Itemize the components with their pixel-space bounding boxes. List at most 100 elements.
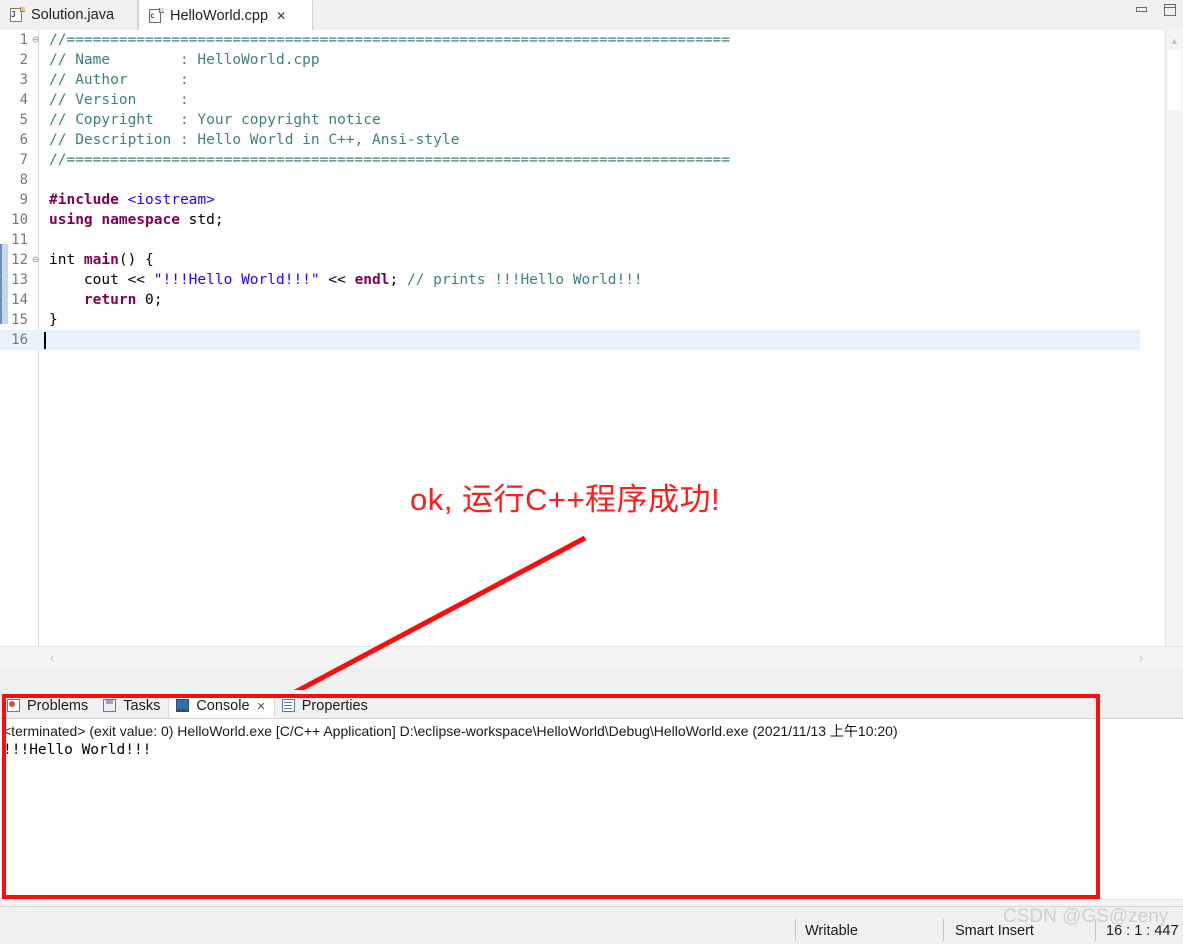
panel-tab-console[interactable]: Console ✕ bbox=[168, 694, 275, 718]
code-line[interactable]: 13 cout << "!!!Hello World!!!" << endl; … bbox=[0, 270, 1140, 290]
scroll-left-icon[interactable]: ‹ bbox=[42, 647, 62, 667]
code-line[interactable]: 2 // Name : HelloWorld.cpp bbox=[0, 50, 1140, 70]
minimize-button[interactable] bbox=[1135, 3, 1149, 17]
console-launch-header: <terminated> (exit value: 0) HelloWorld.… bbox=[3, 723, 898, 739]
java-file-icon: J bbox=[9, 7, 25, 23]
scroll-right-icon[interactable]: › bbox=[1131, 647, 1151, 667]
panel-tab-label: Properties bbox=[301, 698, 368, 714]
editor-tab-solution-java[interactable]: J Solution.java bbox=[0, 0, 138, 30]
line-number: 10 bbox=[11, 212, 28, 228]
code-line[interactable]: 16 bbox=[0, 330, 1140, 350]
code-text: // Name : HelloWorld.cpp bbox=[41, 50, 320, 70]
code-token: // Version : bbox=[49, 92, 198, 108]
code-line[interactable]: 14 return 0; bbox=[0, 290, 1140, 310]
code-editor[interactable]: 1 ⊖//====================================… bbox=[0, 30, 1183, 666]
code-text: // Author : bbox=[41, 70, 197, 90]
code-token: } bbox=[49, 312, 58, 328]
fold-toggle-icon[interactable]: ⊖ bbox=[30, 250, 41, 270]
line-number: 12 bbox=[11, 252, 28, 268]
editor-horizontal-scrollbar[interactable]: ‹ › bbox=[0, 646, 1183, 667]
code-token: main bbox=[83, 252, 119, 268]
line-number: 3 bbox=[19, 72, 28, 88]
console-view[interactable]: <terminated> (exit value: 0) HelloWorld.… bbox=[0, 718, 1183, 907]
console-output: !!!Hello World!!! bbox=[3, 742, 152, 758]
maximize-button[interactable] bbox=[1163, 3, 1177, 17]
editor-tab-helloworld-cpp[interactable]: c HelloWorld.cpp ✕ bbox=[138, 0, 313, 30]
code-line[interactable]: 10 using namespace std; bbox=[0, 210, 1140, 230]
status-divider bbox=[943, 919, 944, 941]
line-number: 9 bbox=[19, 192, 28, 208]
text-caret bbox=[44, 332, 46, 349]
code-line[interactable]: 6 // Description : Hello World in C++, An… bbox=[0, 130, 1140, 150]
line-number: 14 bbox=[11, 292, 28, 308]
code-line[interactable]: 7 //=====================================… bbox=[0, 150, 1140, 170]
code-token: cout << bbox=[49, 272, 154, 288]
code-token: endl bbox=[354, 272, 390, 288]
panel-tab-tasks[interactable]: Tasks bbox=[96, 694, 168, 718]
code-text: // Copyright : Your copyright notice bbox=[41, 110, 381, 130]
code-token: std; bbox=[179, 212, 224, 228]
editor-vertical-scrollbar[interactable]: ▲ ▼ bbox=[1165, 30, 1183, 666]
line-number: 7 bbox=[19, 152, 28, 168]
code-line[interactable]: 9 #include <iostream> bbox=[0, 190, 1140, 210]
editor-tab-label: Solution.java bbox=[31, 7, 115, 23]
close-icon[interactable]: ✕ bbox=[276, 10, 286, 22]
code-line[interactable]: 15} bbox=[0, 310, 1140, 330]
line-number: 13 bbox=[11, 272, 28, 288]
code-token: // Name : HelloWorld.cpp bbox=[49, 52, 320, 68]
code-line[interactable]: 11 bbox=[0, 230, 1140, 250]
line-number: 4 bbox=[19, 92, 28, 108]
code-token: return bbox=[83, 292, 137, 308]
code-line[interactable]: 8 bbox=[0, 170, 1140, 190]
problems-icon bbox=[6, 698, 22, 714]
code-text: // Description : Hello World in C++, Ans… bbox=[41, 130, 459, 150]
line-number: 6 bbox=[19, 132, 28, 148]
line-number: 11 bbox=[11, 232, 28, 248]
code-token: // Author : bbox=[49, 72, 198, 88]
code-text: //======================================… bbox=[41, 150, 730, 170]
editor-tab-bar: J Solution.java c HelloWorld.cpp ✕ bbox=[0, 0, 1183, 31]
code-token: // Description : Hello World in C++, Ans… bbox=[49, 132, 460, 148]
code-line[interactable]: 5 // Copyright : Your copyright notice bbox=[0, 110, 1140, 130]
panel-tab-properties[interactable]: Properties bbox=[275, 694, 376, 718]
code-text: int main() { bbox=[41, 250, 154, 270]
code-text: //======================================… bbox=[41, 30, 730, 50]
code-text: return 0; bbox=[41, 290, 163, 310]
scroll-up-icon[interactable]: ▲ bbox=[1166, 32, 1183, 49]
line-number: 16 bbox=[11, 332, 28, 348]
code-token: using namespace bbox=[49, 212, 180, 228]
status-writable: Writable bbox=[805, 923, 858, 939]
code-text: #include <iostream> bbox=[41, 190, 215, 210]
code-text: cout << "!!!Hello World!!!" << endl; // … bbox=[41, 270, 643, 290]
close-icon[interactable]: ✕ bbox=[257, 700, 266, 713]
code-line[interactable]: 3 // Author : bbox=[0, 70, 1140, 90]
code-token: ; bbox=[389, 272, 407, 288]
line-number: 15 bbox=[11, 312, 28, 328]
annotation-text: ok, 运行C++程序成功! bbox=[410, 482, 721, 517]
eclipse-window: J Solution.java c HelloWorld.cpp ✕ 1 ⊖//=… bbox=[0, 0, 1183, 944]
line-number: 2 bbox=[19, 52, 28, 68]
code-token: int bbox=[49, 252, 84, 268]
cpp-file-icon: c bbox=[148, 7, 164, 24]
code-text: using namespace std; bbox=[41, 210, 224, 230]
bottom-panel: Problems Tasks Console ✕ Properties <ter… bbox=[0, 690, 1183, 907]
code-token: // Copyright : Your copyright notice bbox=[49, 112, 381, 128]
line-number: 5 bbox=[19, 112, 28, 128]
line-number: 8 bbox=[19, 172, 28, 188]
code-text: } bbox=[41, 310, 58, 330]
code-lines[interactable]: 1 ⊖//====================================… bbox=[0, 30, 1140, 350]
status-divider bbox=[795, 919, 796, 941]
vertical-scroll-thumb[interactable] bbox=[1168, 50, 1181, 110]
panel-tab-problems[interactable]: Problems bbox=[0, 694, 96, 718]
tasks-icon bbox=[102, 698, 118, 714]
editor-tab-label: HelloWorld.cpp bbox=[170, 7, 269, 24]
csdn-watermark: CSDN @GS@zeny bbox=[1003, 906, 1169, 927]
code-token: "!!!Hello World!!!" bbox=[153, 272, 320, 288]
code-line[interactable]: 12 ⊖ int main() { bbox=[0, 250, 1140, 270]
fold-toggle-icon[interactable]: ⊖ bbox=[30, 30, 41, 50]
code-token: //======================================… bbox=[49, 32, 730, 48]
code-line[interactable]: 1 ⊖ //====================================… bbox=[0, 30, 1140, 50]
code-token: #include bbox=[49, 192, 119, 208]
code-line[interactable]: 4 // Version : bbox=[0, 90, 1140, 110]
